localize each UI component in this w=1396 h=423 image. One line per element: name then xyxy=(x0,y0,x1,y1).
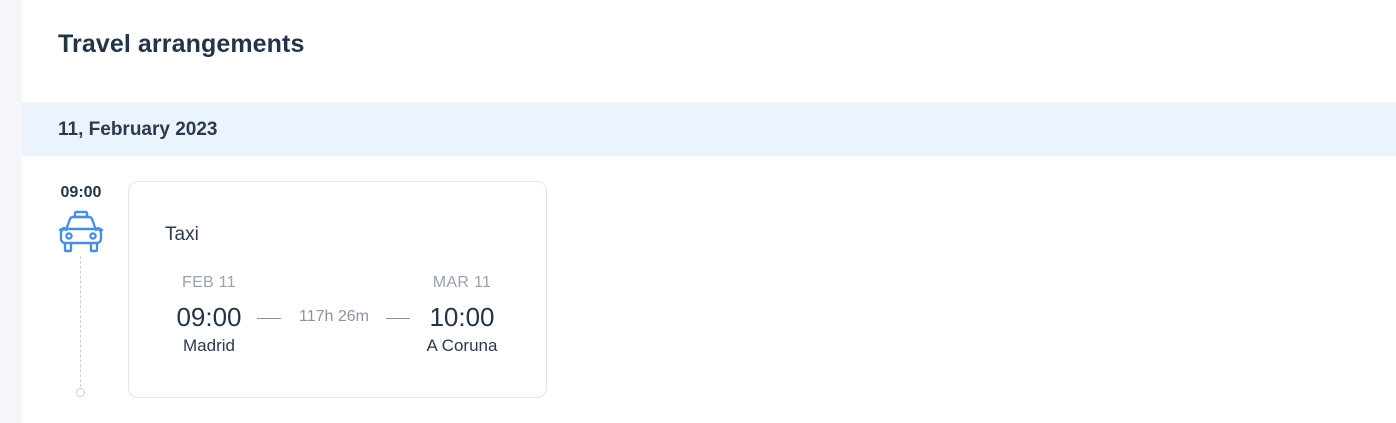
trip-duration: 117h 26m xyxy=(299,308,369,325)
main-content: Travel arrangements 11, February 2023 09… xyxy=(22,0,1396,423)
arrival: MAR 11 10:00 A Coruna xyxy=(407,274,517,356)
date-header: 11, February 2023 xyxy=(22,102,1396,156)
event-time: 09:00 xyxy=(60,184,102,201)
timeline: 09:00 xyxy=(58,184,104,399)
arrival-time: 10:00 xyxy=(429,302,495,332)
trip-type: Taxi xyxy=(165,224,199,245)
departure-city: Madrid xyxy=(183,336,235,355)
left-rail xyxy=(0,0,22,423)
trip-card[interactable]: Taxi FEB 11 09:00 Madrid 117h 26m MAR 11… xyxy=(128,181,547,398)
timeline-end-dot xyxy=(76,388,85,397)
arrival-city: A Coruna xyxy=(426,336,498,355)
page-title: Travel arrangements xyxy=(58,30,305,58)
arrival-date: MAR 11 xyxy=(432,274,492,291)
departure-date: FEB 11 xyxy=(182,274,236,291)
taxi-icon xyxy=(58,210,104,254)
departure: FEB 11 09:00 Madrid xyxy=(154,274,264,356)
dash-separator xyxy=(257,318,281,319)
timeline-line xyxy=(80,256,81,387)
departure-time: 09:00 xyxy=(176,302,242,332)
date-label: 11, February 2023 xyxy=(58,119,218,140)
